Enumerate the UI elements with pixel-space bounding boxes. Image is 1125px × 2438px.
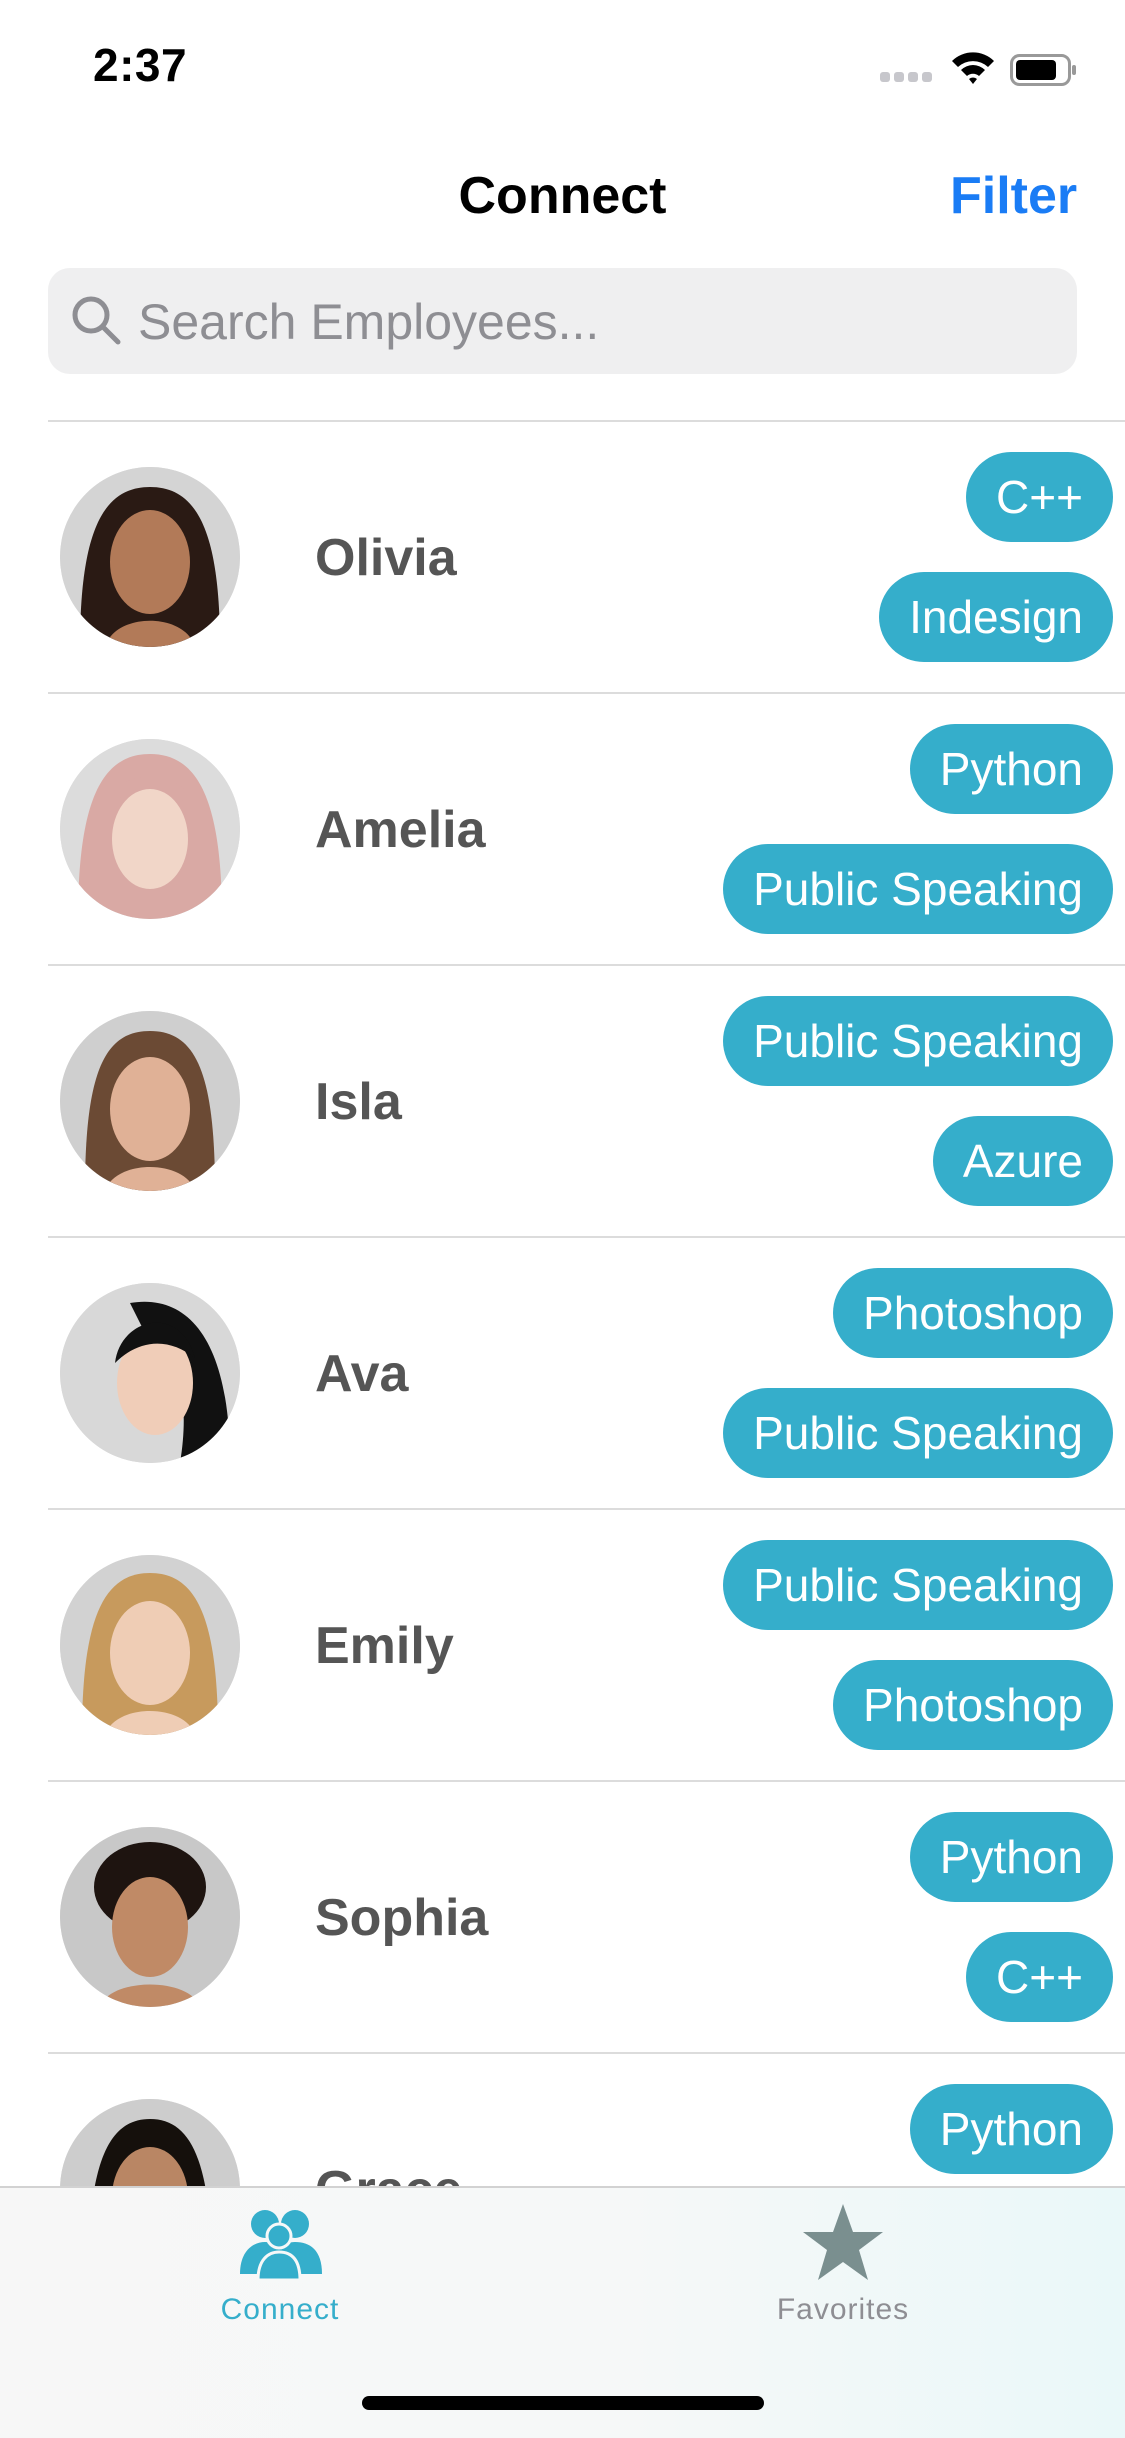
wifi-icon [950,48,996,86]
employee-row[interactable]: Grace Python [48,2052,1125,2188]
employee-name: Emily [315,1617,454,1675]
skill-tag[interactable]: Python [909,1812,1113,1902]
skill-tag[interactable]: Public Speaking [723,1540,1113,1630]
employee-name: Grace [315,2160,462,2188]
star-icon [803,2204,883,2280]
employee-row[interactable]: Emily Public Speaking Photoshop [48,1508,1125,1780]
employee-row[interactable]: Isla Public Speaking Azure [48,964,1125,1236]
tab-favorites[interactable]: Favorites [693,2202,993,2327]
avatar [60,1827,240,2007]
battery-icon [1010,54,1078,86]
filter-button[interactable]: Filter [950,166,1077,226]
avatar [60,1555,240,1735]
search-input[interactable] [136,268,1040,376]
employee-row[interactable]: Sophia Python C++ [48,1780,1125,2052]
avatar [60,1283,240,1463]
skill-tag[interactable]: Public Speaking [723,1388,1113,1478]
employee-row[interactable]: Ava Photoshop Public Speaking [48,1236,1125,1508]
search-icon [68,292,124,348]
skill-tag[interactable]: Python [909,724,1113,814]
employee-name: Olivia [315,529,457,587]
people-icon [240,2210,322,2282]
skill-tag[interactable]: C++ [966,452,1113,542]
avatar [60,739,240,919]
home-indicator [362,2396,764,2410]
employee-row[interactable]: Olivia C++ Indesign [48,420,1125,692]
tab-connect[interactable]: Connect [130,2202,430,2327]
tab-label: Favorites [776,2293,910,2326]
avatar [60,2099,240,2188]
employee-row[interactable]: Amelia Python Public Speaking [48,692,1125,964]
avatar [60,467,240,647]
employee-name: Sophia [315,1889,489,1947]
skill-tag[interactable]: Public Speaking [723,996,1113,1086]
employee-name: Amelia [315,801,486,859]
tab-label: Connect [220,2293,340,2326]
skill-tag[interactable]: C++ [966,1932,1113,2022]
employee-list[interactable]: Olivia C++ Indesign Amelia Python Public… [0,420,1125,2188]
skill-tag[interactable]: Public Speaking [723,844,1113,934]
cellular-signal-icon [880,72,934,84]
status-time: 2:37 [93,39,188,91]
skill-tag[interactable]: Python [909,2084,1113,2174]
skill-tag[interactable]: Photoshop [833,1268,1113,1358]
skill-tag[interactable]: Indesign [879,572,1113,662]
avatar [60,1011,240,1191]
skill-tag[interactable]: Azure [932,1116,1113,1206]
employee-name: Isla [315,1073,402,1131]
employee-name: Ava [315,1345,409,1403]
skill-tag[interactable]: Photoshop [833,1660,1113,1750]
search-bar[interactable] [48,268,1077,376]
